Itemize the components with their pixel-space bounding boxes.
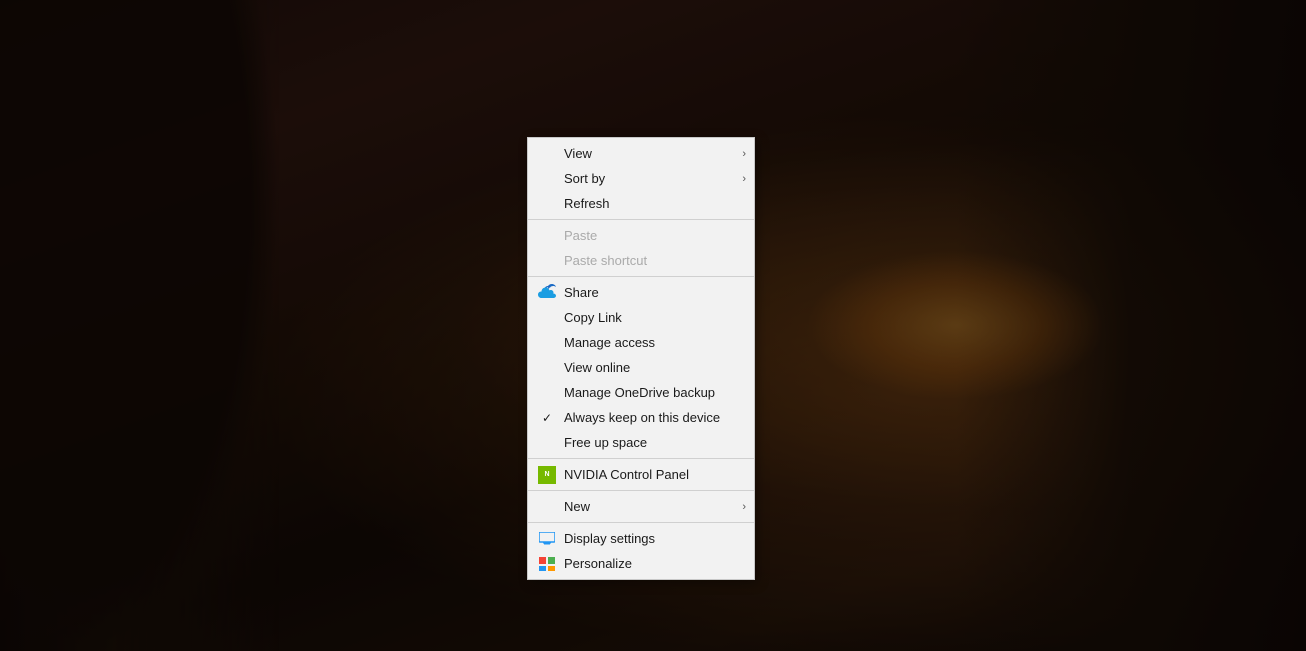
sort-by-arrow: ›: [742, 173, 746, 185]
copy-link-label: Copy Link: [564, 310, 622, 325]
context-menu: View › Sort by › Refresh Paste Paste sho…: [527, 137, 755, 580]
menu-item-personalize[interactable]: Personalize: [528, 551, 754, 576]
menu-item-manage-onedrive[interactable]: Manage OneDrive backup: [528, 380, 754, 405]
menu-item-display-settings[interactable]: Display settings: [528, 526, 754, 551]
separator-2: [528, 276, 754, 277]
separator-3: [528, 458, 754, 459]
view-arrow: ›: [742, 148, 746, 160]
personalize-label: Personalize: [564, 556, 632, 571]
menu-item-copy-link[interactable]: Copy Link: [528, 305, 754, 330]
share-label: Share: [564, 285, 599, 300]
new-arrow: ›: [742, 501, 746, 513]
view-online-label: View online: [564, 360, 630, 375]
menu-item-view[interactable]: View ›: [528, 141, 754, 166]
menu-item-manage-access[interactable]: Manage access: [528, 330, 754, 355]
separator-4: [528, 490, 754, 491]
menu-item-free-up-space[interactable]: Free up space: [528, 430, 754, 455]
nvidia-icon: N: [538, 466, 556, 484]
always-keep-check: ✓: [542, 411, 552, 425]
paste-label: Paste: [564, 228, 597, 243]
paste-shortcut-label: Paste shortcut: [564, 253, 647, 268]
view-label: View: [564, 146, 592, 161]
display-settings-icon: [538, 530, 556, 548]
free-up-space-label: Free up space: [564, 435, 647, 450]
separator-5: [528, 522, 754, 523]
menu-item-refresh[interactable]: Refresh: [528, 191, 754, 216]
always-keep-label: Always keep on this device: [564, 410, 720, 425]
menu-item-new[interactable]: New ›: [528, 494, 754, 519]
menu-item-view-online[interactable]: View online: [528, 355, 754, 380]
refresh-label: Refresh: [564, 196, 610, 211]
new-label: New: [564, 499, 590, 514]
menu-item-nvidia[interactable]: N NVIDIA Control Panel: [528, 462, 754, 487]
menu-item-share[interactable]: Share: [528, 280, 754, 305]
menu-item-paste-shortcut: Paste shortcut: [528, 248, 754, 273]
menu-item-paste: Paste: [528, 223, 754, 248]
onedrive-icon: [538, 284, 556, 302]
display-settings-label: Display settings: [564, 531, 655, 546]
menu-item-always-keep[interactable]: ✓ Always keep on this device: [528, 405, 754, 430]
manage-onedrive-label: Manage OneDrive backup: [564, 385, 715, 400]
nvidia-label: NVIDIA Control Panel: [564, 467, 689, 482]
separator-1: [528, 219, 754, 220]
menu-item-sort-by[interactable]: Sort by ›: [528, 166, 754, 191]
manage-access-label: Manage access: [564, 335, 655, 350]
personalize-icon: [538, 555, 556, 573]
sort-by-label: Sort by: [564, 171, 605, 186]
